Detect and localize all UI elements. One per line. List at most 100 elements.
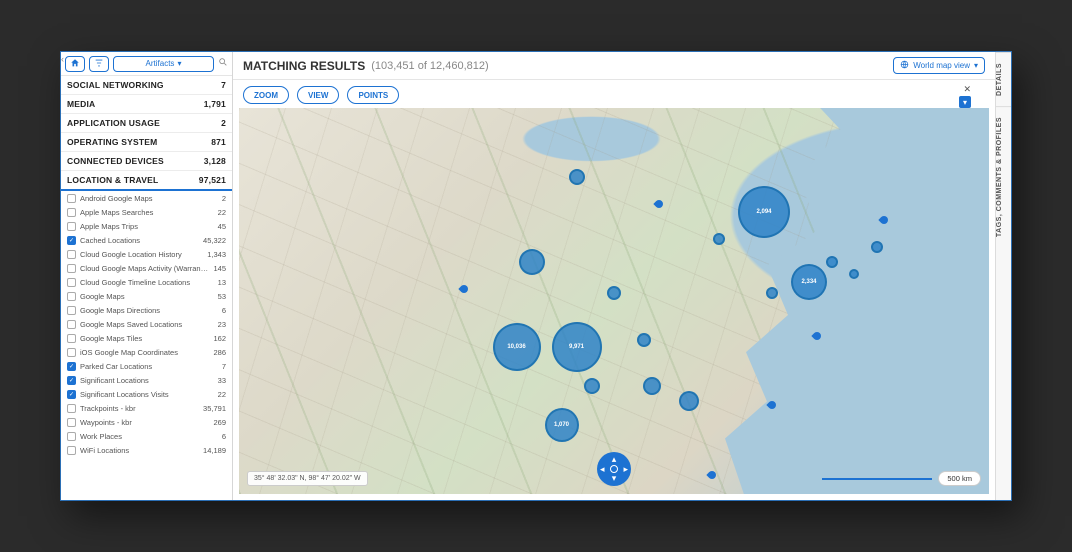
map-cluster[interactable] (643, 377, 661, 395)
subcategory-row[interactable]: Google Maps53 (61, 289, 232, 303)
arrow-left-icon[interactable]: ◂ (600, 464, 605, 475)
subcategory-row[interactable]: Cloud Google Timeline Locations13 (61, 275, 232, 289)
subcategory-row[interactable]: Work Places6 (61, 429, 232, 443)
subcategory-row[interactable]: Waypoints - kbr269 (61, 415, 232, 429)
checkbox-icon[interactable] (67, 222, 76, 231)
category-row[interactable]: LOCATION & TRAVEL97,521 (61, 171, 232, 191)
checkbox-icon[interactable] (67, 292, 76, 301)
subcategory-count: 6 (222, 432, 226, 441)
map-cluster[interactable] (679, 391, 699, 411)
subcategory-row[interactable]: Cloud Google Maps Activity (Warrant Retu… (61, 261, 232, 275)
arrow-down-icon[interactable]: ▾ (612, 473, 617, 484)
category-row[interactable]: SOCIAL NETWORKING 7 (61, 76, 232, 95)
checkbox-icon[interactable] (67, 320, 76, 329)
map-cluster[interactable] (519, 249, 545, 275)
map-cluster[interactable]: 9,971 (552, 322, 602, 372)
checkbox-icon[interactable] (67, 418, 76, 427)
map-canvas[interactable]: 10,0369,9712,0942,3341,070 35° 48' 32.03… (239, 108, 989, 494)
home-button[interactable] (65, 56, 85, 72)
checkbox-icon[interactable] (67, 264, 76, 273)
map-cluster[interactable] (584, 378, 600, 394)
subcategory-count: 22 (218, 208, 226, 217)
subcategory-row[interactable]: Apple Maps Trips45 (61, 219, 232, 233)
map-pan-control[interactable]: ▴ ▾ ◂ ▸ (597, 452, 631, 486)
checkbox-icon[interactable] (67, 348, 76, 357)
subcategory-row[interactable]: Apple Maps Searches22 (61, 205, 232, 219)
category-row[interactable]: CONNECTED DEVICES3,128 (61, 152, 232, 171)
checkbox-icon[interactable] (67, 306, 76, 315)
category-count: 871 (211, 137, 226, 147)
subcategory-row[interactable]: Android Google Maps2 (61, 191, 232, 205)
subcategory-row[interactable]: iOS Google Map Coordinates286 (61, 345, 232, 359)
category-list: SOCIAL NETWORKING 7 MEDIA1,791APPLICATION … (61, 76, 232, 191)
artifacts-dropdown[interactable]: Artifacts ▾ (113, 56, 214, 72)
checkbox-icon[interactable] (67, 446, 76, 455)
subcategory-count: 6 (222, 306, 226, 315)
scale-label: 500 km (938, 471, 981, 486)
checkbox-icon[interactable] (67, 334, 76, 343)
subcategory-row[interactable]: Cloud Google Location History1,343 (61, 247, 232, 261)
category-row[interactable]: MEDIA1,791 (61, 95, 232, 114)
checkbox-icon[interactable] (67, 194, 76, 203)
layer-toggle[interactable]: ▾ (959, 96, 971, 108)
recenter-icon[interactable] (610, 465, 618, 473)
subcategory-label: Significant Locations (80, 376, 214, 385)
checkbox-icon[interactable] (67, 278, 76, 287)
category-label: SOCIAL NETWORKING (67, 80, 164, 90)
category-label: LOCATION & TRAVEL (67, 175, 158, 185)
map-cluster[interactable] (871, 241, 883, 253)
category-row[interactable]: OPERATING SYSTEM 871 (61, 133, 232, 152)
map-cluster[interactable] (766, 287, 778, 299)
view-button[interactable]: VIEW (297, 86, 339, 104)
close-icon[interactable]: ✕ (963, 84, 971, 95)
subcategory-row[interactable]: Google Maps Directions6 (61, 303, 232, 317)
results-title: MATCHING RESULTS (243, 59, 365, 73)
subcategory-row[interactable]: Google Maps Saved Locations23 (61, 317, 232, 331)
checkbox-icon[interactable]: ✓ (67, 236, 76, 245)
checkbox-icon[interactable] (67, 250, 76, 259)
subcategory-row[interactable]: ✓Parked Car Locations7 (61, 359, 232, 373)
map-cluster[interactable]: 2,094 (738, 186, 790, 238)
subcategory-list[interactable]: Android Google Maps2Apple Maps Searches2… (61, 191, 232, 500)
subcategory-row[interactable]: ✓Significant Locations33 (61, 373, 232, 387)
checkbox-icon[interactable] (67, 208, 76, 217)
subcategory-row[interactable]: Trackpoints - kbr35,791 (61, 401, 232, 415)
map-cluster[interactable]: 10,036 (493, 323, 541, 371)
points-button[interactable]: POINTS (347, 86, 399, 104)
filter-toggle-button[interactable] (89, 56, 109, 72)
arrow-right-icon[interactable]: ▸ (623, 464, 628, 475)
checkbox-icon[interactable]: ✓ (67, 376, 76, 385)
checkbox-icon[interactable] (67, 404, 76, 413)
map-cluster[interactable] (569, 169, 585, 185)
map-cluster[interactable] (713, 233, 725, 245)
subcategory-row[interactable]: ✓Significant Locations Visits22 (61, 387, 232, 401)
checkbox-icon[interactable] (67, 432, 76, 441)
subcategory-count: 286 (213, 348, 226, 357)
map-cluster[interactable] (849, 269, 859, 279)
map-cluster[interactable]: 1,070 (545, 408, 579, 442)
view-mode-dropdown[interactable]: World map view ▾ (893, 57, 985, 74)
map-cluster[interactable]: 2,334 (791, 264, 827, 300)
category-count: 2 (221, 118, 226, 128)
arrow-up-icon[interactable]: ▴ (612, 454, 617, 465)
map-controls: ZOOM VIEW POINTS (243, 86, 399, 104)
category-label: OPERATING SYSTEM (67, 137, 157, 147)
subcategory-label: Cached Locations (80, 236, 199, 245)
map-cluster[interactable] (637, 333, 651, 347)
tab-tags-comments-profiles[interactable]: TAGS, COMMENTS & PROFILES (996, 106, 1011, 247)
category-row[interactable]: APPLICATION USAGE2 (61, 114, 232, 133)
tab-details[interactable]: DETAILS (996, 52, 1011, 106)
subcategory-row[interactable]: WiFi Locations14,189 (61, 443, 232, 457)
map-cluster[interactable] (826, 256, 838, 268)
search-icon[interactable] (218, 57, 228, 70)
zoom-button[interactable]: ZOOM (243, 86, 289, 104)
subcategory-row[interactable]: Google Maps Tiles162 (61, 331, 232, 345)
subcategory-label: WiFi Locations (80, 446, 199, 455)
map-cluster[interactable] (607, 286, 621, 300)
sidebar-collapse-handle[interactable]: ‹ (61, 54, 64, 64)
subcategory-row[interactable]: ✓Cached Locations45,322 (61, 233, 232, 247)
subcategory-label: Cloud Google Maps Activity (Warrant Retu… (80, 264, 209, 273)
category-count: 7 (221, 80, 226, 90)
checkbox-icon[interactable]: ✓ (67, 390, 76, 399)
checkbox-icon[interactable]: ✓ (67, 362, 76, 371)
